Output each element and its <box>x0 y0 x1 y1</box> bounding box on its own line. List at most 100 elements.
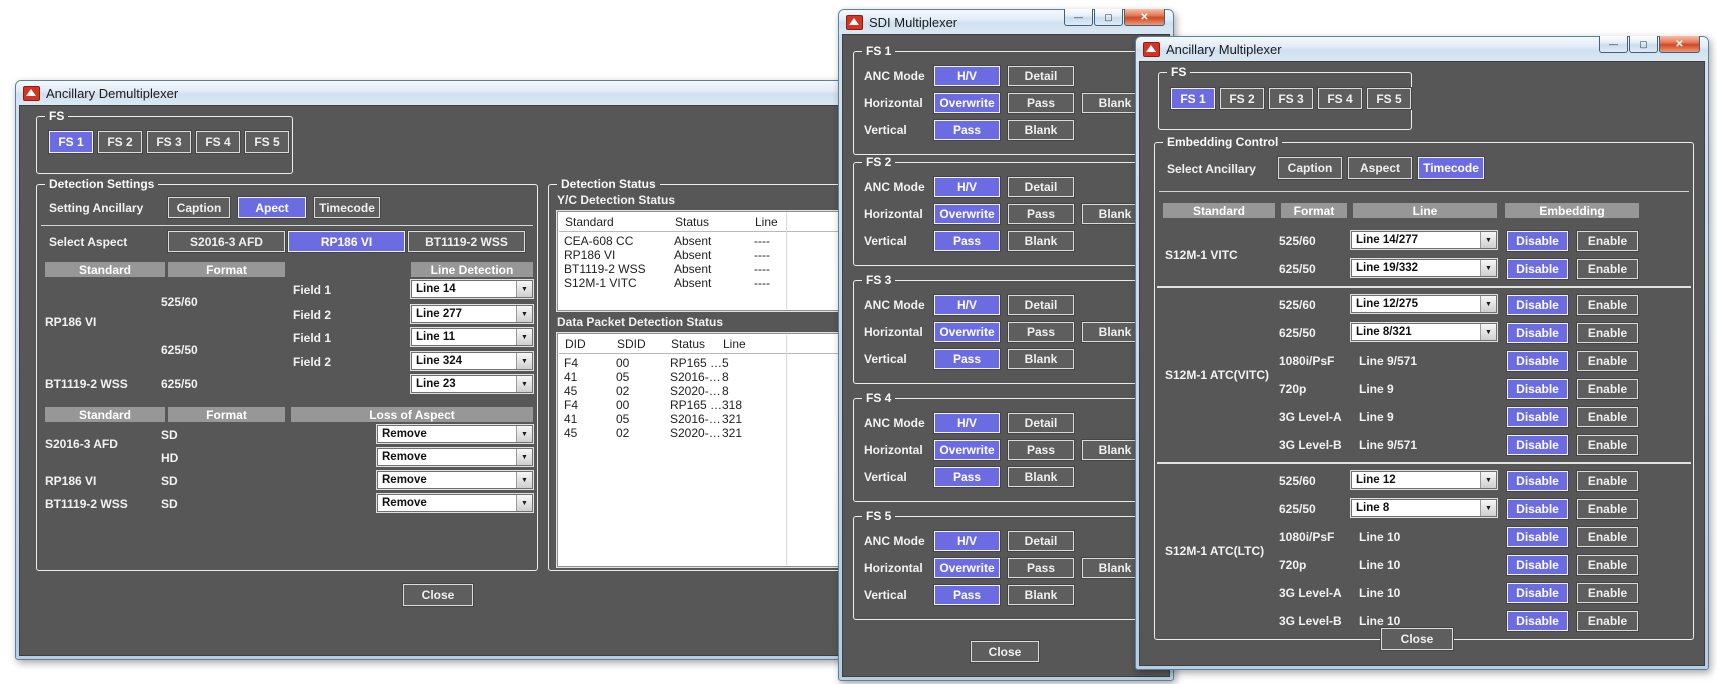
enable-button[interactable]: Enable <box>1577 295 1638 315</box>
line-detect-select[interactable]: Line 11 ▼ <box>411 328 533 346</box>
pass-button[interactable]: Pass <box>1008 204 1074 224</box>
disable-button[interactable]: Disable <box>1507 435 1568 455</box>
enable-button[interactable]: Enable <box>1577 499 1638 519</box>
detail-button[interactable]: Detail <box>1008 413 1074 433</box>
timecode-button[interactable]: Timecode <box>314 197 380 218</box>
minimize-button[interactable]: — <box>1599 36 1628 53</box>
enable-button[interactable]: Enable <box>1577 583 1638 603</box>
detail-button[interactable]: Detail <box>1008 295 1074 315</box>
disable-button[interactable]: Disable <box>1507 231 1568 251</box>
line-select[interactable]: Line 12/275▼ <box>1351 295 1497 313</box>
loss-aspect-select[interactable]: Remove ▼ <box>377 425 533 443</box>
line-select[interactable]: Line 12▼ <box>1351 471 1497 489</box>
blank-button[interactable]: Blank <box>1008 467 1074 487</box>
pass-button[interactable]: Pass <box>934 349 1000 369</box>
disable-button[interactable]: Disable <box>1507 527 1568 547</box>
overwrite-button[interactable]: Overwrite <box>934 322 1000 342</box>
loss-aspect-select[interactable]: Remove ▼ <box>377 471 533 489</box>
amux-titlebar[interactable]: Ancillary Multiplexer — ▢ ✕ <box>1136 37 1708 61</box>
hv-button[interactable]: H/V <box>934 66 1000 86</box>
aspect-button[interactable]: Apect <box>238 197 306 218</box>
fs4-button[interactable]: FS 4 <box>1318 88 1362 109</box>
enable-button[interactable]: Enable <box>1577 231 1638 251</box>
disable-button[interactable]: Disable <box>1507 499 1568 519</box>
s2016-afd-button[interactable]: S2016-3 AFD <box>168 231 285 252</box>
fs5-button[interactable]: FS 5 <box>1367 88 1411 109</box>
enable-button[interactable]: Enable <box>1577 259 1638 279</box>
line-select[interactable]: Line 8▼ <box>1351 499 1497 517</box>
line-select[interactable]: Line 19/332▼ <box>1351 259 1497 277</box>
loss-aspect-select[interactable]: Remove ▼ <box>377 494 533 512</box>
disable-button[interactable]: Disable <box>1507 351 1568 371</box>
fs2-button[interactable]: FS 2 <box>98 131 142 153</box>
line-detect-select[interactable]: Line 324 ▼ <box>411 352 533 370</box>
enable-button[interactable]: Enable <box>1577 407 1638 427</box>
enable-button[interactable]: Enable <box>1577 435 1638 455</box>
close-button[interactable]: Close <box>1381 628 1453 650</box>
line-select[interactable]: Line 14/277▼ <box>1351 231 1497 249</box>
detail-button[interactable]: Detail <box>1008 177 1074 197</box>
disable-button[interactable]: Disable <box>1507 259 1568 279</box>
enable-button[interactable]: Enable <box>1577 379 1638 399</box>
minimize-button[interactable]: — <box>1064 9 1093 26</box>
caption-button[interactable]: Caption <box>168 197 230 218</box>
blank-button[interactable]: Blank <box>1008 585 1074 605</box>
caption-button[interactable]: Caption <box>1278 157 1342 179</box>
disable-button[interactable]: Disable <box>1507 295 1568 315</box>
loss-aspect-select[interactable]: Remove ▼ <box>377 448 533 466</box>
pass-button[interactable]: Pass <box>934 231 1000 251</box>
pass-button[interactable]: Pass <box>1008 322 1074 342</box>
demux-titlebar[interactable]: Ancillary Demultiplexer <box>16 81 854 105</box>
disable-button[interactable]: Disable <box>1507 555 1568 575</box>
enable-button[interactable]: Enable <box>1577 471 1638 491</box>
enable-button[interactable]: Enable <box>1577 323 1638 343</box>
detail-button[interactable]: Detail <box>1008 531 1074 551</box>
detail-button[interactable]: Detail <box>1008 66 1074 86</box>
blank-button[interactable]: Blank <box>1008 349 1074 369</box>
disable-button[interactable]: Disable <box>1507 611 1568 631</box>
fs5-button[interactable]: FS 5 <box>245 131 289 153</box>
close-button[interactable]: Close <box>403 584 473 606</box>
overwrite-button[interactable]: Overwrite <box>934 204 1000 224</box>
overwrite-button[interactable]: Overwrite <box>934 440 1000 460</box>
disable-button[interactable]: Disable <box>1507 583 1568 603</box>
overwrite-button[interactable]: Overwrite <box>934 93 1000 113</box>
fs1-button[interactable]: FS 1 <box>1171 88 1215 109</box>
close-window-button[interactable]: ✕ <box>1659 36 1700 53</box>
fs2-button[interactable]: FS 2 <box>1220 88 1264 109</box>
timecode-button[interactable]: Timecode <box>1418 157 1484 179</box>
enable-button[interactable]: Enable <box>1577 527 1638 547</box>
enable-button[interactable]: Enable <box>1577 611 1638 631</box>
fs3-button[interactable]: FS 3 <box>1269 88 1313 109</box>
blank-button[interactable]: Blank <box>1008 231 1074 251</box>
pass-button[interactable]: Pass <box>1008 558 1074 578</box>
disable-button[interactable]: Disable <box>1507 323 1568 343</box>
fs3-button[interactable]: FS 3 <box>147 131 191 153</box>
rp186-vi-button[interactable]: RP186 VI <box>288 231 405 252</box>
aspect-button[interactable]: Aspect <box>1348 157 1412 179</box>
hv-button[interactable]: H/V <box>934 295 1000 315</box>
disable-button[interactable]: Disable <box>1507 471 1568 491</box>
pass-button[interactable]: Pass <box>1008 93 1074 113</box>
hv-button[interactable]: H/V <box>934 413 1000 433</box>
maximize-button[interactable]: ▢ <box>1629 36 1658 53</box>
bt1119-wss-button[interactable]: BT1119-2 WSS <box>408 231 525 252</box>
pass-button[interactable]: Pass <box>934 585 1000 605</box>
hv-button[interactable]: H/V <box>934 531 1000 551</box>
pass-button[interactable]: Pass <box>934 467 1000 487</box>
enable-button[interactable]: Enable <box>1577 351 1638 371</box>
blank-button[interactable]: Blank <box>1008 120 1074 140</box>
fs1-button[interactable]: FS 1 <box>49 131 93 153</box>
line-select[interactable]: Line 8/321▼ <box>1351 323 1497 341</box>
enable-button[interactable]: Enable <box>1577 555 1638 575</box>
sdi-titlebar[interactable]: SDI Multiplexer — ▢ ✕ <box>839 10 1173 34</box>
line-detect-select[interactable]: Line 14 ▼ <box>411 280 533 298</box>
overwrite-button[interactable]: Overwrite <box>934 558 1000 578</box>
close-button[interactable]: Close <box>971 641 1039 662</box>
line-detect-select[interactable]: Line 277 ▼ <box>411 305 533 323</box>
disable-button[interactable]: Disable <box>1507 407 1568 427</box>
maximize-button[interactable]: ▢ <box>1094 9 1123 26</box>
disable-button[interactable]: Disable <box>1507 379 1568 399</box>
pass-button[interactable]: Pass <box>934 120 1000 140</box>
pass-button[interactable]: Pass <box>1008 440 1074 460</box>
